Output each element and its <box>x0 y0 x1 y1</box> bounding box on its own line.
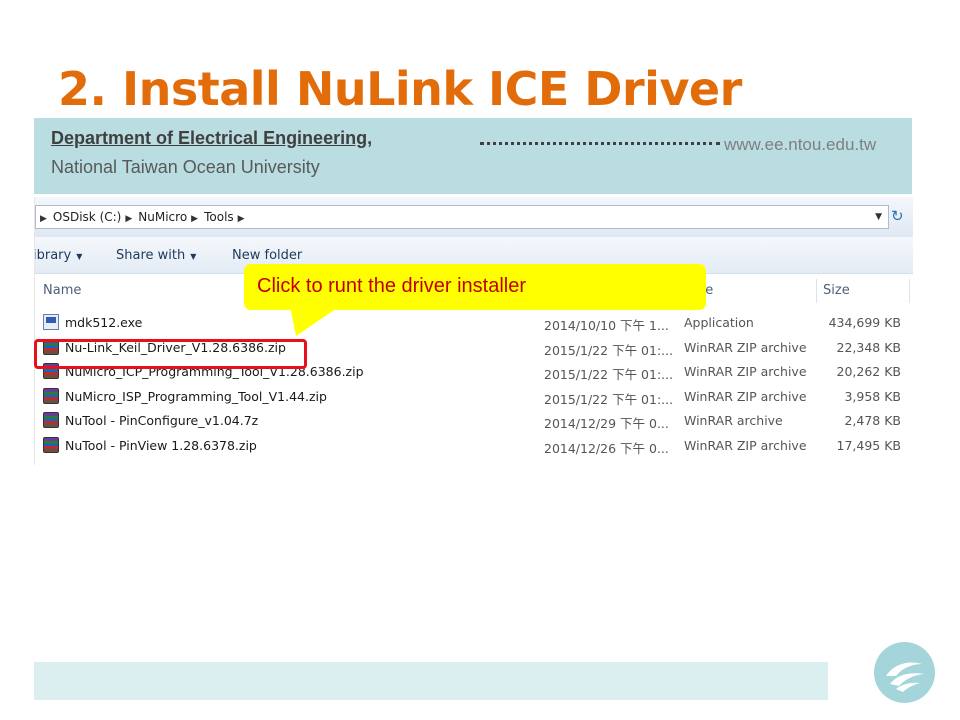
highlight-rectangle <box>34 339 307 369</box>
column-separator[interactable] <box>909 279 910 303</box>
file-name: mdk512.exe <box>65 315 143 330</box>
file-row[interactable]: mdk512.exe 2014/10/10 下午 1... Applicatio… <box>35 311 913 335</box>
file-name: NuTool - PinView 1.28.6378.zip <box>65 438 257 453</box>
new-folder-button[interactable]: New folder <box>232 248 302 263</box>
department-banner: Department of Electrical Engineering, Na… <box>34 118 912 194</box>
file-row[interactable]: NuMicro_ISP_Programming_Tool_V1.44.zip 2… <box>35 385 913 409</box>
winrar-icon <box>43 412 59 428</box>
breadcrumb-osdisk[interactable]: OSDisk (C:) <box>53 206 121 228</box>
wave-logo-icon <box>886 662 924 692</box>
chevron-right-icon[interactable]: ▶ <box>191 208 198 228</box>
footer-bar <box>34 662 828 700</box>
file-size: 17,495 KB <box>836 438 901 453</box>
website-url: www.ee.ntou.edu.tw <box>724 135 877 154</box>
file-size: 2,478 KB <box>844 413 901 428</box>
winrar-icon <box>43 388 59 404</box>
library-menu-button[interactable]: ibrary ▼ <box>34 248 83 263</box>
file-type: WinRAR ZIP archive <box>684 438 807 453</box>
chevron-right-icon[interactable]: ▶ <box>40 208 47 228</box>
university-logo <box>874 642 935 703</box>
share-with-label: Share with <box>116 248 186 263</box>
library-label: ibrary <box>34 248 72 263</box>
file-date: 2015/1/22 下午 01:... <box>544 367 674 382</box>
file-name: NuTool - PinConfigure_v1.04.7z <box>65 413 259 428</box>
column-size[interactable]: Size <box>823 283 850 298</box>
chevron-right-icon[interactable]: ▶ <box>125 208 132 228</box>
file-name: NuMicro_ISP_Programming_Tool_V1.44.zip <box>65 389 327 404</box>
application-icon <box>43 314 59 330</box>
file-type: Application <box>684 315 754 330</box>
caret-down-icon: ▼ <box>190 252 197 261</box>
dotted-divider <box>480 142 720 145</box>
department-name: Department of Electrical Engineering, <box>51 128 373 148</box>
file-date: 2014/10/10 下午 1... <box>544 318 669 333</box>
share-with-button[interactable]: Share with ▼ <box>116 248 196 263</box>
file-type: WinRAR ZIP archive <box>684 364 807 379</box>
file-explorer-window: ▶ OSDisk (C:) ▶ NuMicro ▶ Tools ▶ ▼ ↻ ibrary ▼ … <box>34 197 913 465</box>
file-size: 434,699 KB <box>828 315 901 330</box>
chevron-right-icon[interactable]: ▶ <box>238 208 245 228</box>
column-separator[interactable] <box>816 279 817 303</box>
slide-title: 2. Install NuLink ICE Driver <box>58 62 742 116</box>
file-size: 22,348 KB <box>836 340 901 355</box>
breadcrumb-numicro[interactable]: NuMicro <box>138 206 187 228</box>
winrar-icon <box>43 437 59 453</box>
file-date: 2015/1/22 下午 01:... <box>544 343 674 358</box>
file-date: 2015/1/22 下午 01:... <box>544 392 674 407</box>
instruction-callout: Click to runt the driver installer <box>244 264 706 310</box>
file-type: WinRAR ZIP archive <box>684 340 807 355</box>
file-size: 3,958 KB <box>844 389 901 404</box>
column-name[interactable]: Name <box>43 283 81 298</box>
address-bar[interactable]: ▶ OSDisk (C:) ▶ NuMicro ▶ Tools ▶ ▼ <box>35 205 889 229</box>
file-row[interactable]: NuTool - PinView 1.28.6378.zip 2014/12/2… <box>35 434 913 458</box>
caret-down-icon: ▼ <box>76 252 83 261</box>
file-date: 2014/12/26 下午 0... <box>544 441 669 456</box>
breadcrumb-tools[interactable]: Tools <box>204 206 234 228</box>
file-row[interactable]: NuTool - PinConfigure_v1.04.7z 2014/12/2… <box>35 409 913 433</box>
university-name: National Taiwan Ocean University <box>51 157 320 177</box>
refresh-icon[interactable]: ↻ <box>891 207 904 225</box>
address-dropdown-icon[interactable]: ▼ <box>875 206 882 228</box>
file-size: 20,262 KB <box>836 364 901 379</box>
callout-text: Click to runt the driver installer <box>257 275 526 297</box>
address-bar-area: ▶ OSDisk (C:) ▶ NuMicro ▶ Tools ▶ ▼ ↻ <box>35 197 913 237</box>
file-type: WinRAR ZIP archive <box>684 389 807 404</box>
file-date: 2014/12/29 下午 0... <box>544 416 669 431</box>
file-type: WinRAR archive <box>684 413 783 428</box>
